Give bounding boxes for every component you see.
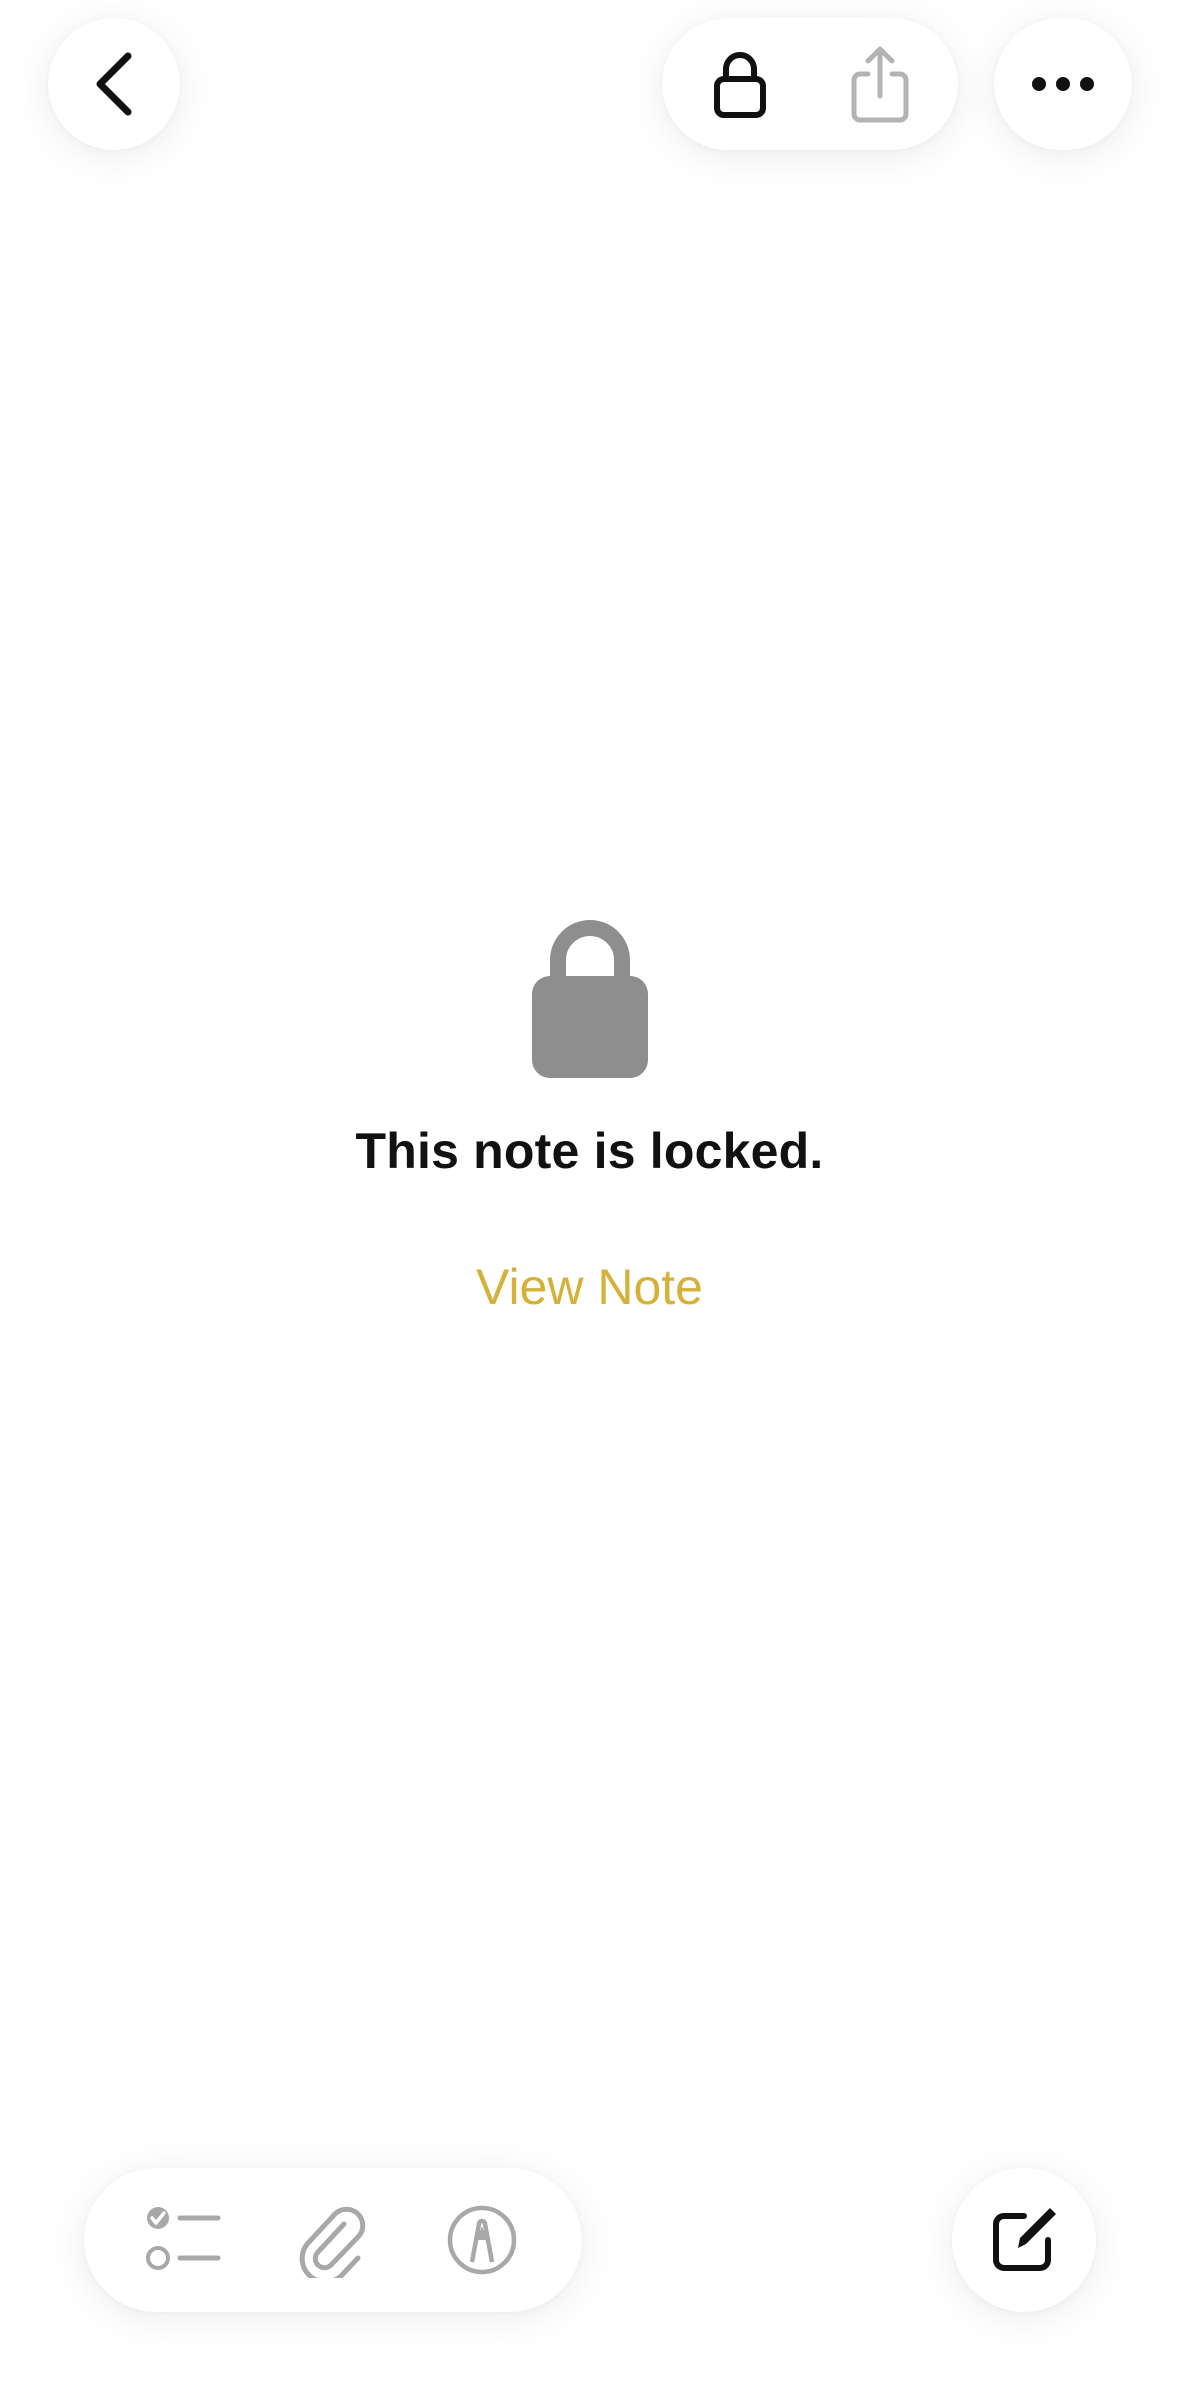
- view-note-button[interactable]: View Note: [476, 1258, 703, 1316]
- attachment-button[interactable]: [285, 2192, 381, 2288]
- lock-icon: [714, 52, 766, 118]
- share-button[interactable]: [840, 44, 920, 124]
- ellipsis-icon: [1032, 77, 1094, 91]
- checklist-button[interactable]: [136, 2192, 232, 2288]
- note-actions-group: [662, 18, 958, 150]
- chevron-left-icon: [96, 52, 132, 116]
- paperclip-icon: [299, 2206, 366, 2278]
- lock-fill-icon: [531, 920, 648, 1078]
- pen-markup-icon: [447, 2205, 516, 2275]
- markup-button[interactable]: [434, 2192, 530, 2288]
- compose-icon: [993, 2208, 1056, 2271]
- checklist-icon: [146, 2207, 221, 2270]
- compose-button[interactable]: [952, 2168, 1096, 2312]
- more-button[interactable]: [994, 18, 1132, 150]
- lock-button[interactable]: [700, 44, 780, 124]
- locked-title: This note is locked.: [355, 1123, 824, 1179]
- share-icon: [851, 46, 909, 123]
- bottom-toolbar: [84, 2168, 582, 2312]
- back-button[interactable]: [48, 18, 180, 150]
- locked-note-message: This note is locked. View Note: [0, 912, 1179, 1316]
